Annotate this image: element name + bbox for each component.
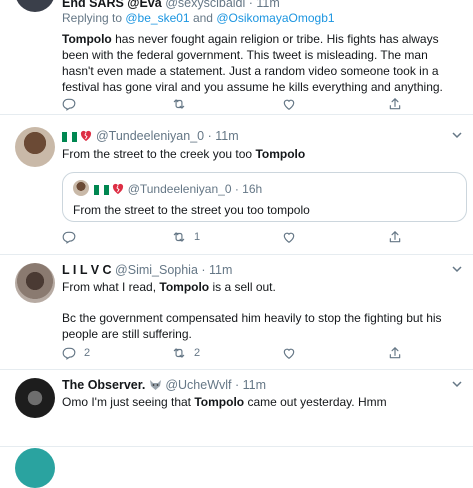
retweet-icon — [172, 230, 186, 244]
like-icon — [282, 346, 296, 360]
mention-link[interactable]: @OsikomayaOmogb1 — [216, 11, 334, 25]
quoted-header: @Tundeeleniyan_0 · 16h — [94, 182, 262, 196]
tweet-3[interactable]: L I L V C @Simi_Sophia · 11m From what I… — [0, 255, 473, 370]
replying-to: Replying to @be_ske01 and @OsikomayaOmog… — [62, 11, 335, 25]
like-button[interactable] — [282, 96, 296, 112]
tweet-4[interactable]: The Observer. @UcheWvlf · 11m Omo I'm ju… — [0, 370, 473, 452]
avatar — [15, 448, 55, 488]
retweet-icon — [172, 346, 186, 360]
retweet-button[interactable] — [172, 96, 186, 112]
keyword-highlight: Tompolo — [194, 395, 245, 409]
user-handle[interactable]: @Simi_Sophia · 11m — [115, 263, 232, 277]
display-name[interactable]: L I L V C — [62, 263, 112, 277]
tweet-actions: 1 — [62, 229, 422, 245]
chevron-down-icon[interactable] — [451, 263, 463, 275]
tweet-text: Omo I'm just seeing that Tompolo came ou… — [62, 394, 462, 410]
user-handle[interactable]: @Tundeeleniyan_0 · 11m — [96, 129, 239, 143]
broken-heart-icon — [80, 130, 92, 142]
avatar[interactable] — [15, 127, 55, 167]
tweet-header: End SARS @Eva @sexyscibaldi · 11m — [62, 0, 280, 10]
tweet-text: From what I read, Tompolo is a sell out. — [62, 279, 462, 295]
reply-button[interactable]: 2 — [62, 345, 90, 361]
reply-count: 2 — [84, 347, 91, 359]
tweet-text-pre: Omo I'm just seeing that — [62, 395, 195, 409]
avatar[interactable] — [15, 263, 55, 303]
display-name[interactable]: The Observer. — [62, 378, 145, 392]
retweet-icon — [172, 97, 186, 111]
like-icon — [282, 230, 296, 244]
keyword-highlight: Tompolo — [62, 32, 112, 46]
avatar[interactable] — [15, 0, 55, 12]
wolf-emoji-icon — [149, 379, 162, 391]
replying-and: and — [189, 11, 217, 25]
retweet-button[interactable]: 2 — [172, 345, 200, 361]
share-icon — [388, 97, 402, 111]
share-button[interactable] — [388, 229, 402, 245]
quoted-tweet[interactable]: @Tundeeleniyan_0 · 16h From the street t… — [62, 172, 467, 222]
tweet-header: @Tundeeleniyan_0 · 11m — [62, 129, 239, 143]
tweet-actions: 2 2 — [62, 345, 422, 361]
chevron-down-icon[interactable] — [451, 129, 463, 141]
display-name[interactable]: End SARS @Eva — [62, 0, 162, 10]
tweet-2[interactable]: @Tundeeleniyan_0 · 11m From the street t… — [0, 115, 473, 255]
retweet-count: 1 — [194, 231, 201, 243]
replying-label: Replying to — [62, 11, 126, 25]
tweet-text-pre: From the street to the creek you too — [62, 147, 256, 161]
reply-button[interactable] — [62, 229, 76, 245]
share-button[interactable] — [388, 96, 402, 112]
user-handle[interactable]: @sexyscibaldi · 11m — [165, 0, 280, 10]
reply-icon — [62, 346, 76, 360]
tweet-text-rest: has never fought again religion or tribe… — [62, 32, 443, 94]
like-button[interactable] — [282, 229, 296, 245]
keyword-highlight: Tompolo — [159, 280, 210, 294]
reply-icon — [62, 97, 76, 111]
tweet-text-pre: From what I read, — [62, 280, 160, 294]
quoted-avatar — [73, 180, 89, 196]
tweet-header: The Observer. @UcheWvlf · 11m — [62, 378, 266, 392]
broken-heart-icon — [112, 183, 124, 195]
chevron-down-icon[interactable] — [451, 378, 463, 390]
keyword-highlight: Tompolo — [255, 147, 306, 161]
nigeria-flag-icon — [94, 185, 109, 195]
reply-icon — [62, 230, 76, 244]
avatar[interactable] — [15, 378, 55, 418]
tweet-actions — [62, 96, 422, 112]
reply-button[interactable] — [62, 96, 76, 112]
tweet-header: L I L V C @Simi_Sophia · 11m — [62, 263, 232, 277]
tweet-text-post: came out yesterday. Hmm — [244, 395, 387, 409]
tweet-text-paragraph: Bc the government compensated him heavil… — [62, 311, 442, 341]
share-button[interactable] — [388, 345, 402, 361]
next-tweet-divider — [0, 446, 473, 447]
retweet-count: 2 — [194, 347, 201, 359]
like-button[interactable] — [282, 345, 296, 361]
tweet-text-post: is a sell out. — [209, 280, 276, 294]
tweet-text: From the street to the creek you too Tom… — [62, 146, 462, 162]
share-icon — [388, 230, 402, 244]
mention-link[interactable]: @be_ske01 — [125, 11, 189, 25]
retweet-button[interactable]: 1 — [172, 229, 200, 245]
quoted-handle: @Tundeeleniyan_0 · 16h — [127, 182, 263, 196]
like-icon — [282, 97, 296, 111]
nigeria-flag-icon — [62, 132, 77, 142]
share-icon — [388, 346, 402, 360]
tweet-text: Tompolo has never fought again religion … — [62, 31, 462, 95]
user-handle[interactable]: @UcheWvlf · 11m — [165, 378, 266, 392]
tweet-1[interactable]: End SARS @Eva @sexyscibaldi · 11m Replyi… — [0, 0, 473, 115]
quoted-text: From the street to the street you too to… — [73, 203, 310, 217]
